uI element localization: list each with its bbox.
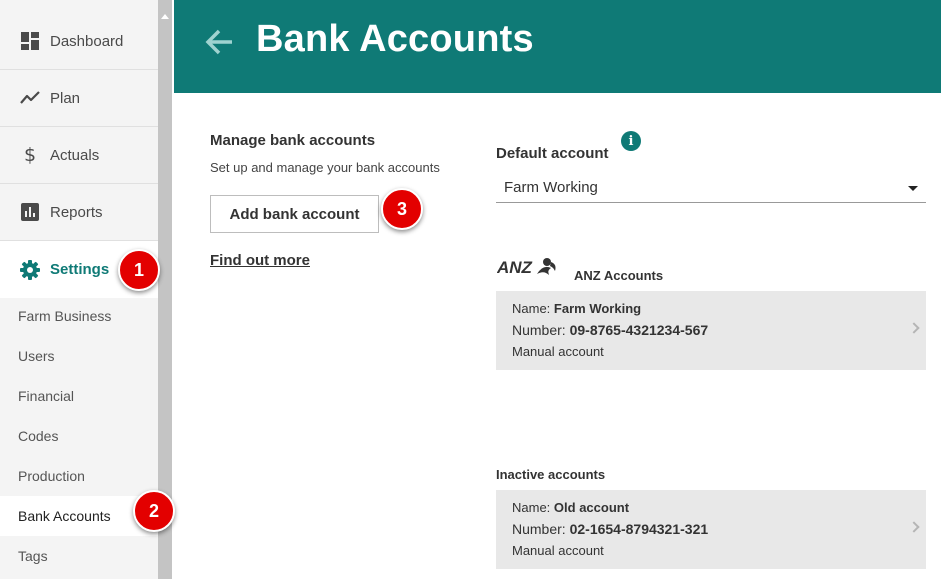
info-icon[interactable]: i — [621, 131, 641, 151]
trend-line-icon — [20, 88, 40, 108]
page-header: Bank Accounts — [174, 0, 941, 93]
step-badge-3: 3 — [381, 188, 423, 230]
inactive-accounts-title: Inactive accounts — [496, 467, 606, 482]
sidebar-subitem-financial[interactable]: Financial — [0, 376, 158, 416]
sidebar-subitem-users[interactable]: Users — [0, 336, 158, 376]
account-number-row: Number: 09-8765-4321234-567 — [512, 322, 708, 338]
name-label: Name: — [512, 500, 551, 515]
arrow-left-icon[interactable] — [204, 26, 236, 58]
sidebar-item-dashboard[interactable]: Dashboard — [0, 13, 158, 70]
sidebar-subitem-label: Users — [18, 348, 55, 364]
chevron-right-icon — [908, 521, 920, 533]
sidebar-item-actuals[interactable]: $ Actuals — [0, 127, 158, 184]
account-card-old-account[interactable]: Name: Old account Number: 02-1654-879432… — [496, 490, 926, 569]
manage-title: Manage bank accounts — [210, 132, 376, 149]
sidebar-item-label: Settings — [50, 261, 110, 278]
sidebar-item-plan[interactable]: Plan — [0, 70, 158, 127]
step-badge-2: 2 — [133, 490, 175, 532]
manage-subtitle: Set up and manage your bank accounts — [210, 160, 440, 175]
account-name: Old account — [553, 500, 630, 515]
find-out-more-link[interactable]: Find out more — [210, 252, 310, 269]
account-card-farm-working[interactable]: Name: Farm Working Number: 09-8765-43212… — [496, 291, 926, 370]
sidebar-subitem-label: Production — [18, 468, 85, 484]
account-type: Manual account — [512, 344, 604, 359]
sidebar-subitem-production[interactable]: Production — [0, 456, 158, 496]
scroll-up-arrow-icon[interactable] — [161, 14, 169, 19]
sidebar-subitem-farm-business[interactable]: Farm Business — [0, 296, 158, 336]
number-label: Number: — [512, 322, 566, 338]
account-name: Farm Working — [553, 301, 642, 316]
anz-accounts-title: ANZ Accounts — [574, 268, 664, 283]
default-account-select[interactable]: Farm Working — [496, 174, 926, 203]
sidebar-subitem-label: Farm Business — [18, 308, 112, 324]
gear-icon — [20, 259, 40, 280]
account-number: 02-1654-8794321-321 — [569, 521, 709, 537]
step-badge-1: 1 — [118, 249, 160, 291]
sidebar-subitem-codes[interactable]: Codes — [0, 416, 158, 456]
sidebar-subitem-label: Codes — [18, 428, 59, 444]
account-name-row: Name: Farm Working — [512, 301, 641, 316]
chevron-down-icon — [908, 186, 918, 191]
default-account-value: Farm Working — [504, 179, 598, 196]
add-bank-account-button[interactable]: Add bank account — [210, 195, 379, 233]
account-number: 09-8765-4321234-567 — [569, 322, 709, 338]
anz-logo: ANZ — [496, 256, 559, 278]
anz-logo-text: ANZ — [497, 258, 533, 277]
account-type: Manual account — [512, 543, 604, 558]
chevron-right-icon — [908, 322, 920, 334]
sidebar-item-label: Actuals — [50, 146, 100, 164]
dashboard-icon — [20, 31, 40, 51]
info-glyph: i — [628, 133, 634, 149]
sidebar-item-label: Dashboard — [50, 32, 124, 50]
sidebar-subitem-label: Bank Accounts — [18, 508, 111, 524]
name-label: Name: — [512, 301, 551, 316]
dollar-icon: $ — [23, 144, 37, 166]
sidebar-subitem-tags[interactable]: Tags — [0, 536, 158, 576]
sidebar-subitem-label: Tags — [18, 548, 48, 564]
default-account-label: Default account — [496, 145, 609, 162]
account-number-row: Number: 02-1654-8794321-321 — [512, 521, 708, 537]
bar-chart-icon — [20, 202, 40, 222]
sidebar-item-reports[interactable]: Reports — [0, 184, 158, 241]
sidebar-subitem-label: Financial — [18, 388, 75, 404]
page-title: Bank Accounts — [256, 18, 534, 60]
sidebar-item-label: Plan — [50, 89, 81, 107]
number-label: Number: — [512, 521, 566, 537]
account-name-row: Name: Old account — [512, 500, 629, 515]
sidebar-item-label: Reports — [50, 203, 103, 221]
